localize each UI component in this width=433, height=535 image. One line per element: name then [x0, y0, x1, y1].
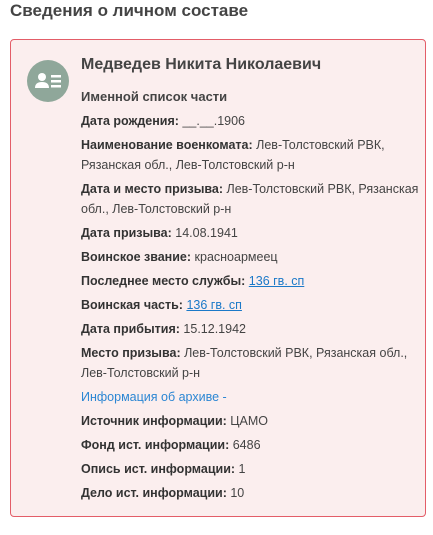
field-label: Дата рождения:	[81, 114, 179, 128]
field-fond: Фонд ист. информации: 6486	[81, 435, 421, 455]
unit-link[interactable]: 136 гв. сп	[186, 298, 242, 312]
field-source: Источник информации: ЦАМО	[81, 411, 421, 431]
field-opis: Опись ист. информации: 1	[81, 459, 421, 479]
field-value: 6486	[232, 438, 261, 452]
field-unit: Воинская часть: 136 гв. сп	[81, 295, 421, 315]
field-value: 14.08.1941	[175, 226, 238, 240]
field-label: Дата призыва:	[81, 226, 172, 240]
person-card: Медведев Никита Николаевич Именной списо…	[10, 39, 426, 517]
field-delo: Дело ист. информации: 10	[81, 483, 421, 503]
person-fields: Именной список части Дата рождения: __._…	[81, 87, 421, 507]
section-title: Сведения о личном составе	[10, 1, 249, 20]
archive-info-toggle[interactable]: Информация об архиве -	[81, 390, 227, 404]
person-name: Медведев Никита Николаевич	[81, 56, 322, 73]
archive-info-row: Информация об архиве -	[81, 387, 421, 407]
field-value: 10	[230, 486, 245, 500]
field-label: Дата прибытия:	[81, 322, 180, 336]
field-label: Источник информации:	[81, 414, 227, 428]
field-label: Опись ист. информации:	[81, 462, 236, 476]
field-value: 1	[238, 462, 246, 476]
field-label: Место призыва:	[81, 346, 181, 360]
field-label: Дата и место призыва:	[81, 182, 224, 196]
field-enlistment-date: Дата призыва: 14.08.1941	[81, 223, 421, 243]
field-label: Наименование военкомата:	[81, 138, 253, 152]
field-last-service: Последнее место службы: 136 гв. сп	[81, 271, 421, 291]
field-value: __.__.1906	[182, 114, 245, 128]
list-title: Именной список части	[81, 89, 228, 104]
field-birth-date: Дата рождения: __.__.1906	[81, 111, 421, 131]
field-enlistment-place: Место призыва: Лев-Толстовский РВК, Ряза…	[81, 343, 421, 383]
field-rank: Воинское звание: красноармеец	[81, 247, 421, 267]
field-label: Воинская часть:	[81, 298, 183, 312]
field-label: Фонд ист. информации:	[81, 438, 230, 452]
person-id-card-icon	[27, 60, 69, 102]
last-service-link[interactable]: 136 гв. сп	[249, 274, 305, 288]
field-value: красноармеец	[194, 250, 278, 264]
field-enlistment-office: Наименование военкомата: Лев-Толстовский…	[81, 135, 421, 175]
field-value: ЦАМО	[230, 414, 269, 428]
field-label: Воинское звание:	[81, 250, 192, 264]
field-enlistment-date-place: Дата и место призыва: Лев-Толстовский РВ…	[81, 179, 421, 219]
field-label: Последнее место службы:	[81, 274, 246, 288]
field-value: 15.12.1942	[183, 322, 246, 336]
field-arrival-date: Дата прибытия: 15.12.1942	[81, 319, 421, 339]
field-label: Дело ист. информации:	[81, 486, 227, 500]
